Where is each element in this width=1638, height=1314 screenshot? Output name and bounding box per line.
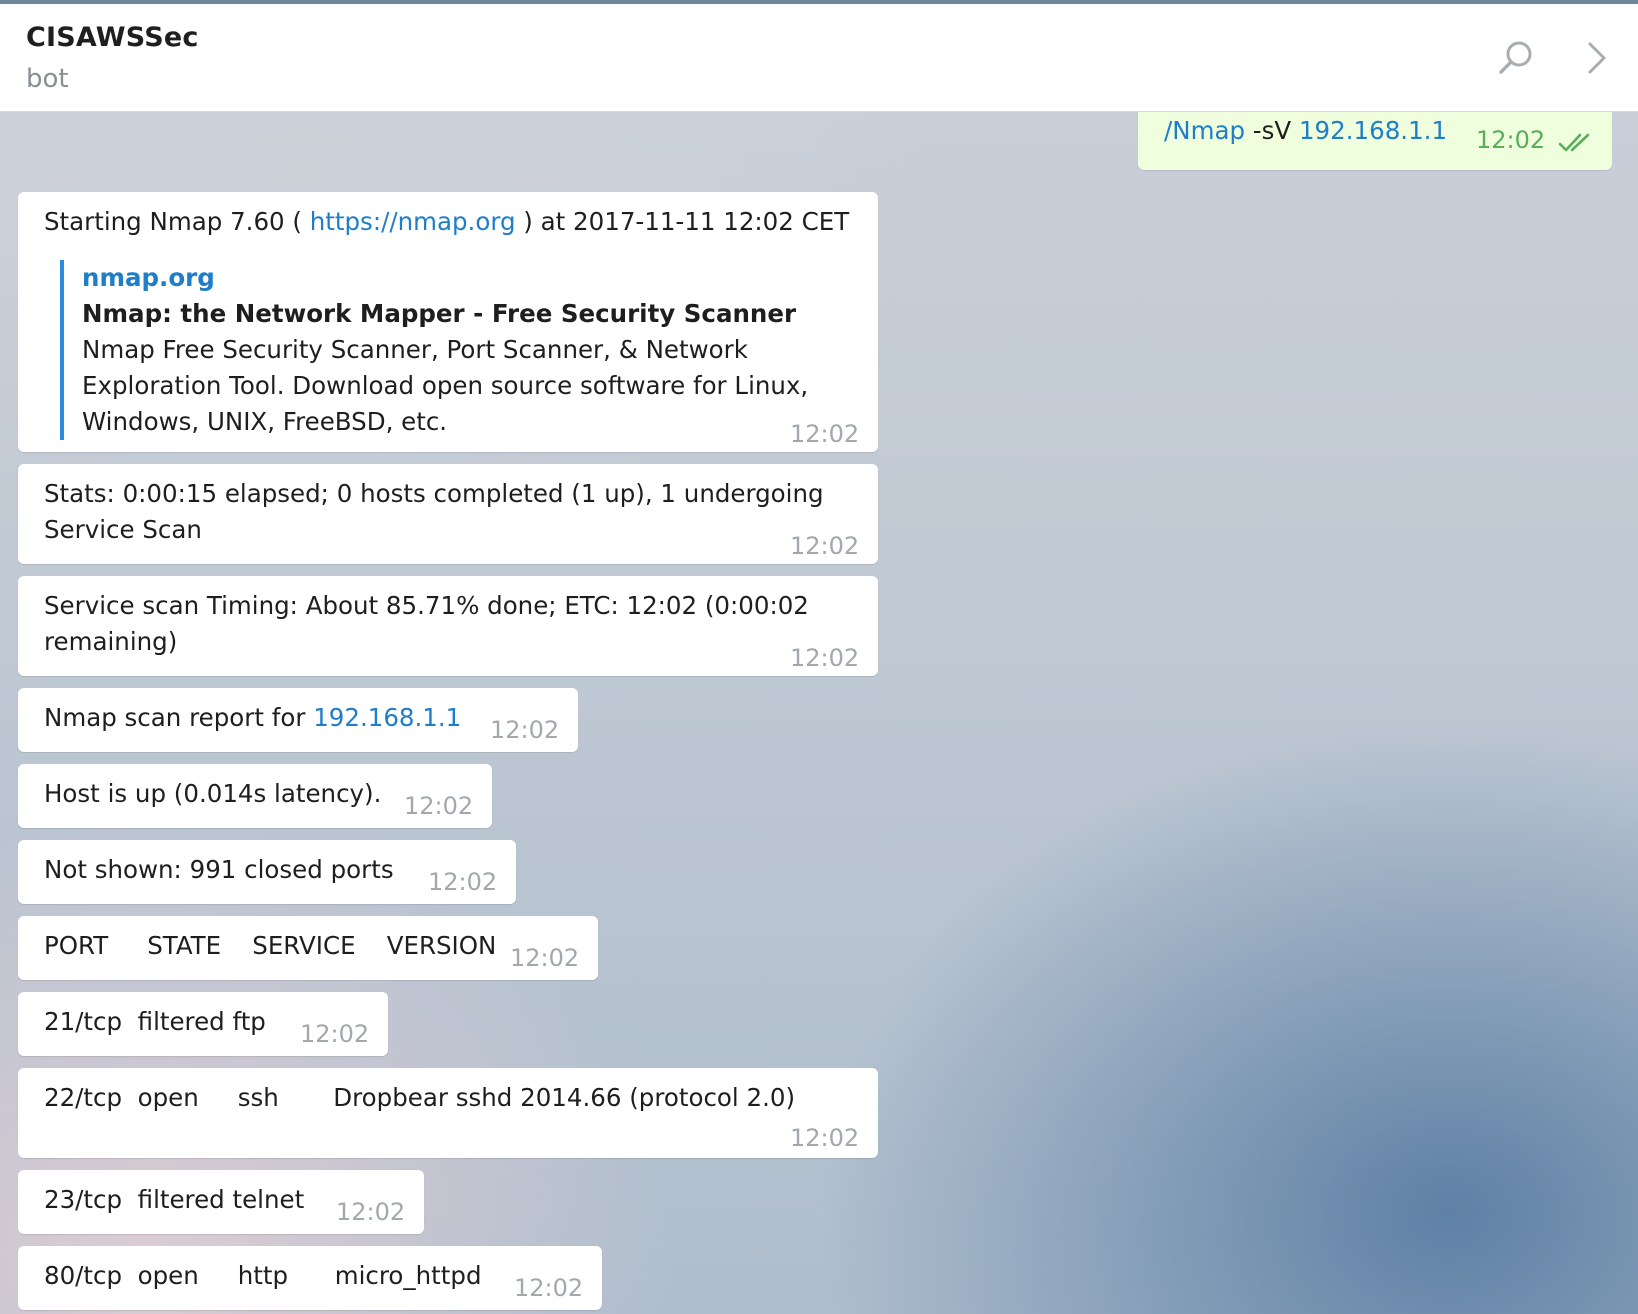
message-text-part: Nmap scan report for (44, 703, 314, 732)
incoming-message[interactable]: 23/tcp filtered telnet 12:02 (18, 1170, 424, 1234)
incoming-message[interactable]: Stats: 0:00:15 elapsed; 0 hosts complete… (18, 464, 878, 564)
double-check-icon (1558, 133, 1590, 152)
message-time: 12:02 (1476, 126, 1546, 154)
message-time: 12:02 (790, 644, 860, 672)
message-time: 12:02 (404, 792, 474, 820)
message-text: Not shown: 991 closed ports (44, 855, 394, 884)
incoming-message[interactable]: 21/tcp filtered ftp 12:02 (18, 992, 388, 1056)
message-text: Service scan Timing: About 85.71% done; … (44, 591, 809, 620)
command-flag: -sV (1245, 116, 1299, 145)
chat-title[interactable]: CISAWSSec (26, 22, 199, 53)
incoming-message[interactable]: 80/tcp open http micro_httpd 12:02 (18, 1246, 602, 1310)
message-text: Service Scan (44, 515, 202, 544)
message-text: PORT STATE SERVICE VERSION (44, 931, 497, 960)
message-time: 12:02 (790, 532, 860, 560)
chat-subtitle: bot (26, 64, 69, 94)
message-text: 22/tcp open ssh Dropbear sshd 2014.66 (p… (44, 1083, 796, 1112)
message-time: 12:02 (300, 1020, 370, 1048)
outgoing-message[interactable]: /Nmap -sV 192.168.1.1 12:02 (1138, 112, 1612, 170)
chevron-right-icon[interactable] (1574, 36, 1618, 80)
message-list[interactable]: /Nmap -sV 192.168.1.1 12:02 Starting Nma… (0, 112, 1638, 1314)
message-time: 12:02 (790, 420, 860, 448)
telegram-chat-window: CISAWSSec bot /Nmap -sV 192.168.1.1 12:0… (0, 0, 1638, 1314)
message-text: Host is up (0.014s latency). (44, 779, 382, 808)
message-time: 12:02 (790, 1124, 860, 1152)
message-text: Starting Nmap 7.60 ( https://nmap.org ) … (44, 204, 849, 240)
message-text: Nmap scan report for 192.168.1.1 (44, 700, 461, 736)
message-text: 80/tcp open http micro_httpd (44, 1261, 482, 1290)
message-time: 12:02 (336, 1198, 406, 1226)
link-preview-site[interactable]: nmap.org (82, 260, 820, 296)
ip-link[interactable]: 192.168.1.1 (313, 703, 461, 732)
message-time: 12:02 (490, 716, 560, 744)
link-preview-description: Exploration Tool. Download open source s… (82, 371, 809, 400)
ip-link[interactable]: 192.168.1.1 (1299, 116, 1447, 145)
message-text: remaining) (44, 627, 178, 656)
incoming-message[interactable]: Starting Nmap 7.60 ( https://nmap.org ) … (18, 192, 878, 452)
search-icon[interactable] (1494, 36, 1538, 80)
message-text-part: Starting Nmap 7.60 ( (44, 207, 310, 236)
link-preview-description: Windows, UNIX, FreeBSD, etc. (82, 407, 448, 436)
message-text: 23/tcp filtered telnet (44, 1185, 305, 1214)
message-time: 12:02 (510, 944, 580, 972)
incoming-message[interactable]: Service scan Timing: About 85.71% done; … (18, 576, 878, 676)
url-link[interactable]: https://nmap.org (310, 207, 516, 236)
incoming-message[interactable]: Nmap scan report for 192.168.1.1 12:02 (18, 688, 578, 752)
chat-header: CISAWSSec bot (0, 4, 1638, 112)
incoming-message[interactable]: PORT STATE SERVICE VERSION 12:02 (18, 916, 598, 980)
message-text: Stats: 0:00:15 elapsed; 0 hosts complete… (44, 479, 824, 508)
incoming-message[interactable]: 22/tcp open ssh Dropbear sshd 2014.66 (p… (18, 1068, 878, 1158)
outgoing-message-text: /Nmap -sV 192.168.1.1 (1164, 116, 1447, 145)
link-preview[interactable]: nmap.org Nmap: the Network Mapper - Free… (60, 260, 820, 440)
message-text-part: ) at 2017-11-11 12:02 CET (515, 207, 850, 236)
message-time: 12:02 (514, 1274, 584, 1302)
link-preview-title: Nmap: the Network Mapper - Free Security… (82, 299, 797, 328)
incoming-message[interactable]: Host is up (0.014s latency). 12:02 (18, 764, 492, 828)
bot-command-link[interactable]: /Nmap (1164, 116, 1245, 145)
message-text: 21/tcp filtered ftp (44, 1007, 266, 1036)
link-preview-description: Nmap Free Security Scanner, Port Scanner… (82, 335, 748, 364)
incoming-message[interactable]: Not shown: 991 closed ports 12:02 (18, 840, 516, 904)
message-time: 12:02 (428, 868, 498, 896)
